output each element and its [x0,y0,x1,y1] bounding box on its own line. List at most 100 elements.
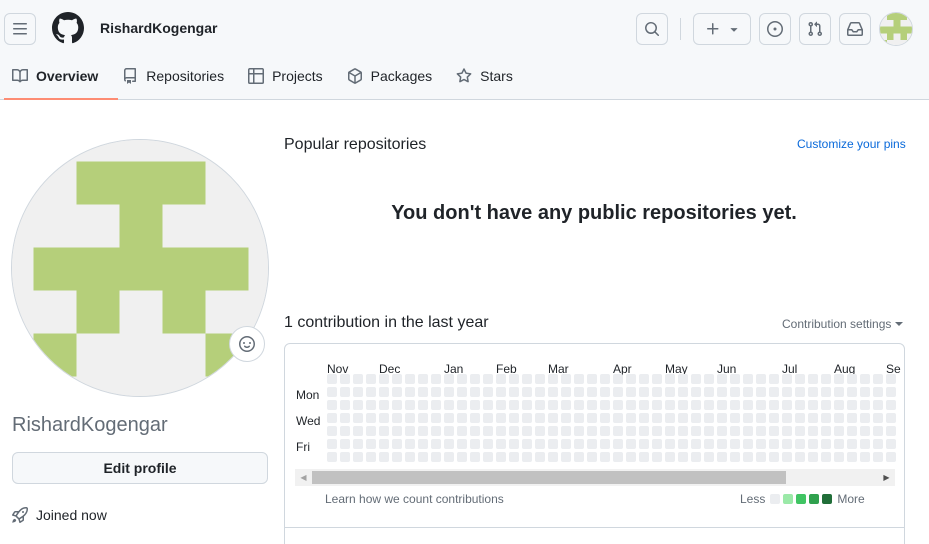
contribution-day-cell[interactable] [665,426,675,436]
contribution-day-cell[interactable] [678,413,688,423]
contribution-day-cell[interactable] [561,413,571,423]
customize-pins-link[interactable]: Customize your pins [797,137,906,151]
contribution-day-cell[interactable] [379,400,389,410]
contribution-day-cell[interactable] [470,439,480,449]
contribution-day-cell[interactable] [548,439,558,449]
contribution-day-cell[interactable] [509,439,519,449]
tab-repositories[interactable]: Repositories [110,60,236,92]
contribution-day-cell[interactable] [847,400,857,410]
contribution-day-cell[interactable] [717,426,727,436]
contribution-day-cell[interactable] [431,387,441,397]
contribution-day-cell[interactable] [782,426,792,436]
contribution-day-cell[interactable] [444,400,454,410]
contribution-day-cell[interactable] [756,413,766,423]
contribution-day-cell[interactable] [795,452,805,462]
contribution-day-cell[interactable] [730,426,740,436]
contribution-day-cell[interactable] [405,387,415,397]
contribution-day-cell[interactable] [327,439,337,449]
scroll-right-arrow[interactable]: ▶ [878,469,895,486]
contribution-day-cell[interactable] [392,400,402,410]
contribution-day-cell[interactable] [639,387,649,397]
contribution-day-cell[interactable] [652,374,662,384]
contribution-day-cell[interactable] [327,400,337,410]
contribution-day-cell[interactable] [821,413,831,423]
contribution-day-cell[interactable] [353,439,363,449]
contribution-day-cell[interactable] [769,374,779,384]
contribution-day-cell[interactable] [613,374,623,384]
contribution-day-cell[interactable] [470,374,480,384]
contribution-day-cell[interactable] [366,413,376,423]
profile-avatar[interactable] [11,139,269,397]
contribution-day-cell[interactable] [483,426,493,436]
contribution-day-cell[interactable] [626,452,636,462]
contribution-day-cell[interactable] [730,387,740,397]
contribution-day-cell[interactable] [444,452,454,462]
contribution-day-cell[interactable] [756,374,766,384]
contribution-day-cell[interactable] [366,426,376,436]
contribution-day-cell[interactable] [392,374,402,384]
contribution-day-cell[interactable] [587,374,597,384]
contribution-day-cell[interactable] [509,426,519,436]
contribution-day-cell[interactable] [444,387,454,397]
contribution-day-cell[interactable] [821,439,831,449]
contribution-day-cell[interactable] [379,426,389,436]
contribution-day-cell[interactable] [548,413,558,423]
contribution-day-cell[interactable] [834,439,844,449]
pull-requests-button[interactable] [799,13,831,45]
contribution-day-cell[interactable] [457,374,467,384]
contribution-day-cell[interactable] [756,400,766,410]
contribution-day-cell[interactable] [808,426,818,436]
contribution-day-cell[interactable] [353,374,363,384]
contribution-day-cell[interactable] [366,387,376,397]
contribution-day-cell[interactable] [821,452,831,462]
contribution-day-cell[interactable] [444,439,454,449]
contribution-day-cell[interactable] [535,400,545,410]
contribution-day-cell[interactable] [340,400,350,410]
contribution-day-cell[interactable] [327,413,337,423]
contribution-day-cell[interactable] [392,413,402,423]
contribution-day-cell[interactable] [457,413,467,423]
contribution-day-cell[interactable] [470,413,480,423]
contribution-day-cell[interactable] [522,400,532,410]
user-avatar-small[interactable] [879,12,913,46]
contribution-day-cell[interactable] [483,439,493,449]
contribution-day-cell[interactable] [847,439,857,449]
contribution-day-cell[interactable] [418,413,428,423]
contribution-day-cell[interactable] [574,439,584,449]
contribution-day-cell[interactable] [717,439,727,449]
contribution-day-cell[interactable] [379,413,389,423]
contribution-day-cell[interactable] [782,439,792,449]
contribution-day-cell[interactable] [639,400,649,410]
contribution-day-cell[interactable] [509,374,519,384]
contribution-day-cell[interactable] [821,387,831,397]
contribution-day-cell[interactable] [613,452,623,462]
contribution-day-cell[interactable] [860,413,870,423]
create-new-button[interactable] [693,13,751,45]
contribution-day-cell[interactable] [587,400,597,410]
contribution-day-cell[interactable] [873,426,883,436]
contribution-day-cell[interactable] [691,413,701,423]
contribution-day-cell[interactable] [613,387,623,397]
contribution-day-cell[interactable] [496,413,506,423]
contribution-day-cell[interactable] [535,426,545,436]
contribution-day-cell[interactable] [769,452,779,462]
contribution-day-cell[interactable] [353,400,363,410]
contribution-day-cell[interactable] [704,400,714,410]
contribution-day-cell[interactable] [522,413,532,423]
contribution-day-cell[interactable] [496,387,506,397]
contribution-day-cell[interactable] [392,439,402,449]
contribution-day-cell[interactable] [756,426,766,436]
contribution-day-cell[interactable] [405,413,415,423]
contribution-day-cell[interactable] [665,387,675,397]
contribution-day-cell[interactable] [808,452,818,462]
contribution-day-cell[interactable] [600,400,610,410]
contribution-day-cell[interactable] [743,439,753,449]
contribution-day-cell[interactable] [470,400,480,410]
contribution-day-cell[interactable] [561,387,571,397]
contribution-day-cell[interactable] [353,426,363,436]
contribution-day-cell[interactable] [431,413,441,423]
contribution-day-cell[interactable] [860,452,870,462]
contribution-day-cell[interactable] [418,400,428,410]
contribution-day-cell[interactable] [418,387,428,397]
contribution-day-cell[interactable] [639,452,649,462]
